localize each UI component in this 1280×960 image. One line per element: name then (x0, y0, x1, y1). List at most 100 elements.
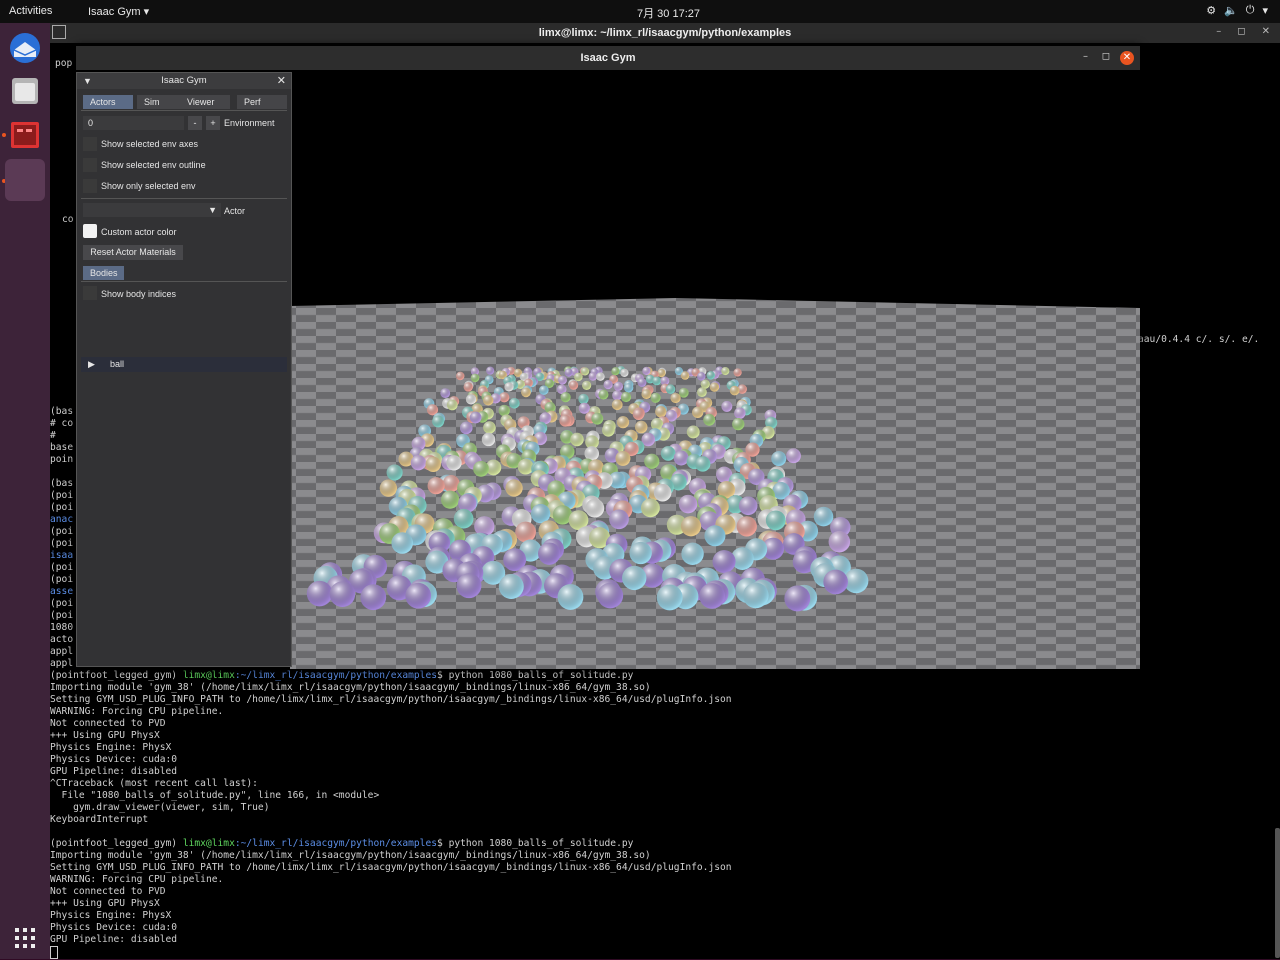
ball-highlight (634, 420, 648, 434)
terminal-app-icon[interactable] (5, 115, 45, 155)
minimize-button[interactable]: – (1083, 51, 1088, 62)
ball-highlight (786, 448, 801, 464)
divider (81, 281, 287, 282)
body-label: ball (110, 359, 125, 369)
ball-highlight (729, 385, 740, 396)
body-tree-item-ball[interactable]: ▶ ball (81, 357, 287, 372)
ball-highlight (391, 532, 413, 554)
ball-highlight (655, 406, 667, 418)
maximize-button[interactable]: ◻ (1237, 26, 1245, 37)
ball-highlight (517, 458, 534, 475)
show-body-indices-checkbox[interactable] (83, 286, 97, 300)
ball-highlight (602, 423, 615, 437)
ball-highlight (656, 584, 683, 611)
ball-highlight (622, 565, 647, 591)
terminal-line: poin (50, 454, 74, 465)
ball-highlight (469, 411, 482, 424)
isaac-gym-window[interactable]: Isaac Gym – ◻ ✕ ▼ Isaac Gym ✕ Actors Sim… (76, 46, 1140, 669)
ball-highlight (695, 456, 711, 472)
terminal-line: co (62, 214, 74, 225)
terminal-line: WARNING: Forcing CPU pipeline. (50, 706, 224, 717)
ball-highlight (560, 392, 571, 403)
ball-highlight (598, 389, 609, 400)
ball-highlight (470, 373, 480, 383)
ball-highlight (558, 375, 567, 385)
show-apps-icon[interactable] (14, 927, 36, 949)
ball-highlight (611, 399, 623, 411)
close-icon[interactable]: ✕ (277, 73, 286, 89)
ball-highlight (660, 446, 676, 461)
app-menu[interactable]: Isaac Gym ▾ (88, 5, 149, 18)
ball-highlight (699, 583, 725, 609)
environment-input[interactable]: 0 (83, 116, 184, 130)
close-button[interactable]: ✕ (1262, 26, 1270, 37)
expand-icon[interactable]: ▶ (88, 357, 95, 372)
thunderbird-icon[interactable] (5, 28, 45, 68)
show-axes-label: Show selected env axes (101, 139, 199, 149)
bodies-header[interactable]: Bodies (83, 266, 124, 280)
ball-highlight (425, 456, 441, 473)
reset-materials-button[interactable]: Reset Actor Materials (83, 245, 183, 260)
new-tab-icon[interactable] (52, 25, 66, 39)
actor-dropdown[interactable]: ▼ (83, 203, 221, 217)
clock[interactable]: 7月 30 17:27 (637, 5, 700, 21)
files-icon[interactable] (5, 71, 45, 111)
close-button[interactable]: ✕ (1120, 51, 1134, 65)
ball-highlight (629, 541, 652, 565)
gui-panel[interactable]: ▼ Isaac Gym ✕ Actors Sim Viewer Perf 0 -… (76, 72, 292, 667)
terminal-line: appl (50, 646, 74, 657)
ball-highlight (680, 371, 690, 380)
ball-highlight (637, 377, 647, 387)
ball-highlight (632, 408, 645, 420)
system-tray[interactable]: ⚙ 🔈 ⏻ ▾ (1206, 4, 1268, 17)
ball-highlight (712, 550, 736, 574)
ball-highlight (697, 372, 706, 381)
ball-highlight (738, 496, 758, 516)
show-only-checkbox[interactable] (83, 179, 97, 193)
ball-highlight (582, 380, 592, 391)
show-axes-checkbox[interactable] (83, 137, 97, 151)
isaac-gym-app-icon[interactable] (5, 159, 45, 201)
tab-viewer[interactable]: Viewer (180, 95, 230, 109)
terminal-line: KeyboardInterrupt (50, 814, 149, 825)
dock (0, 23, 50, 959)
ball-highlight (442, 475, 460, 493)
env-increment-button[interactable]: + (206, 116, 220, 130)
custom-color-checkbox[interactable] (83, 224, 97, 238)
terminal-line: 1080 (50, 622, 74, 633)
minimize-button[interactable]: – (1216, 26, 1221, 37)
ball-highlight (509, 397, 520, 409)
env-decrement-button[interactable]: - (188, 116, 202, 130)
ball-highlight (441, 490, 460, 509)
ball-highlight (650, 392, 661, 403)
ball-highlight (771, 451, 787, 467)
ball-highlight (652, 376, 662, 386)
ball-highlight (670, 392, 681, 404)
panel-header[interactable]: ▼ Isaac Gym ✕ (77, 73, 291, 89)
ball-highlight (578, 393, 589, 405)
ball-highlight (455, 371, 465, 381)
terminal-line: Physics Engine: PhysX (50, 742, 172, 753)
ball-highlight (678, 387, 689, 398)
terminal-line: (poi (50, 490, 74, 501)
ball-highlight (465, 394, 477, 405)
tab-perf[interactable]: Perf (237, 95, 287, 109)
scrollbar[interactable] (1275, 828, 1280, 958)
ball-highlight (742, 582, 769, 609)
activities-button[interactable]: Activities (9, 5, 52, 17)
terminal-line: Setting GYM_USD_PLUG_INFO_PATH to /home/… (50, 862, 732, 873)
collapse-icon[interactable]: ▼ (83, 73, 92, 89)
maximize-button[interactable]: ◻ (1102, 51, 1110, 62)
ball-highlight (481, 432, 496, 447)
prompt-user: limx@limx (182, 838, 235, 849)
terminal-line: WARNING: Forcing CPU pipeline. (50, 874, 224, 885)
tab-actors[interactable]: Actors (83, 95, 133, 109)
ball-highlight (697, 387, 707, 398)
ball-highlight (609, 509, 629, 530)
ball-highlight (703, 413, 716, 426)
ball-highlight (596, 372, 605, 381)
terminal-line: appl (50, 658, 74, 669)
prompt-line: (pointfoot_legged_gym) limx@limx:~/limx_… (50, 670, 633, 682)
show-outline-checkbox[interactable] (83, 158, 97, 172)
ball-highlight (581, 367, 590, 376)
